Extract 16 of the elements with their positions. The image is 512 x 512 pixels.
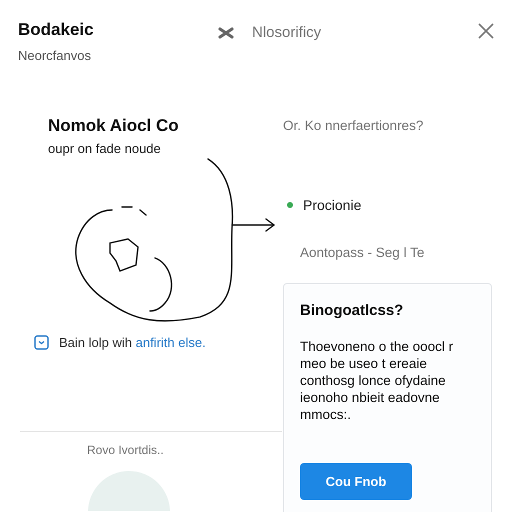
confirm-button[interactable]: Cou Fnob — [300, 463, 412, 500]
app-subtitle: Neorcfanvos — [18, 48, 92, 63]
card-title: Binogoatlcss? — [300, 302, 404, 319]
footer-label: Rovo Ivortdis.. — [87, 443, 165, 457]
chevron-box-icon[interactable] — [34, 335, 49, 350]
app-title: Bodakeic — [18, 20, 95, 40]
help-text: Bain lolp wih anfirith else. — [59, 335, 206, 350]
section-caption: oupr on fade noude — [48, 141, 162, 156]
center-label: Nlosorificy — [252, 24, 322, 41]
close-icon[interactable] — [478, 23, 494, 39]
meta-text: Aontopass - Seg l Te — [300, 245, 426, 260]
help-link[interactable]: anfirith else. — [136, 335, 206, 350]
card-description: Thoevoneno o the ooocl r meo be useo t ereaie conthosg lonce ofydaine ieonoho nbieit eadovne mmocs:. — [300, 338, 454, 423]
status-label: Procionie — [303, 197, 362, 213]
question-text: Or. Ko nnerfaertionres? — [283, 118, 424, 133]
section-heading: Nomok Aiocl Co — [48, 116, 180, 136]
